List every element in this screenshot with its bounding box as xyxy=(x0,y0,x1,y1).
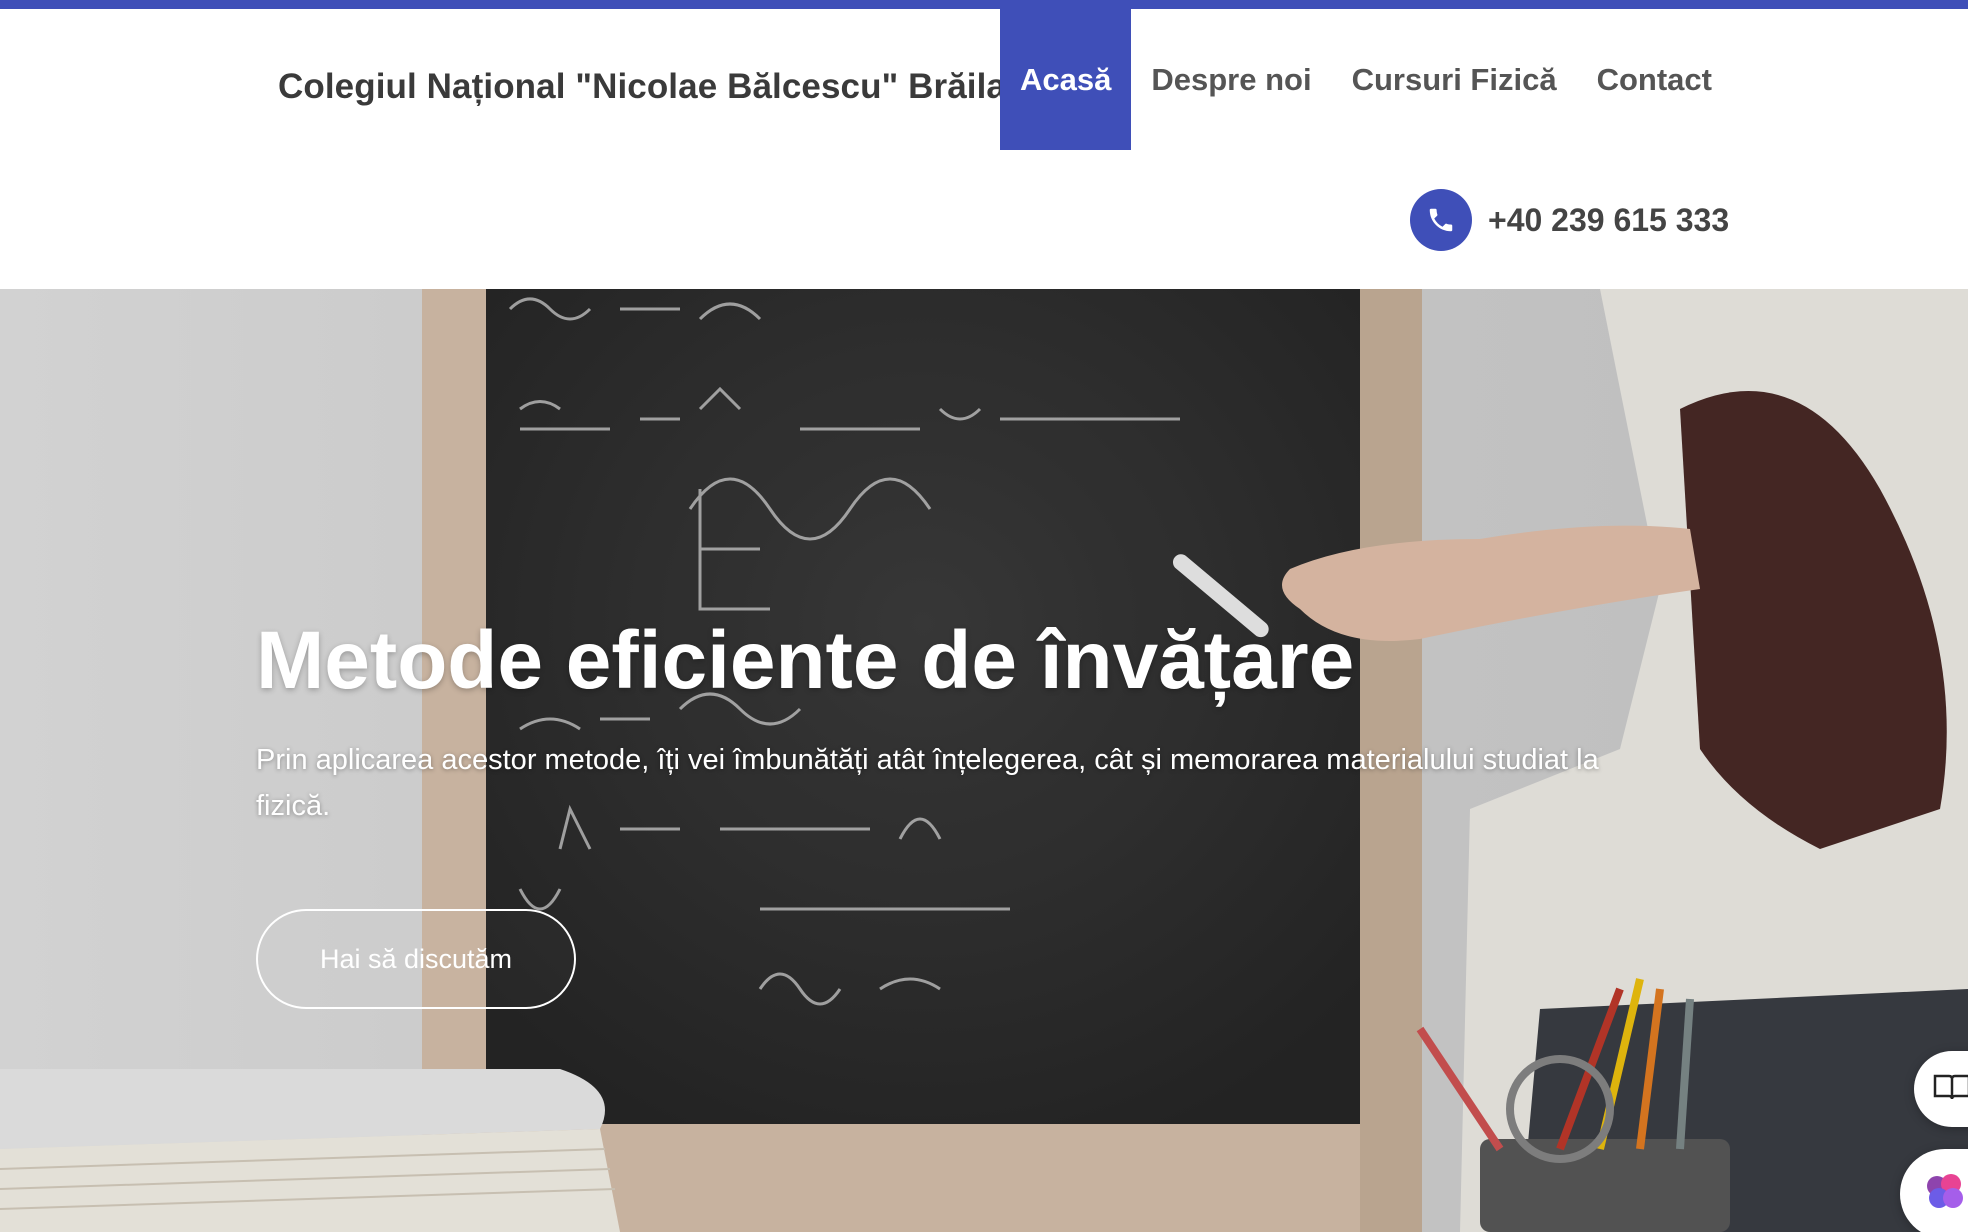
nav-item-acasa[interactable]: Acasă xyxy=(1000,9,1132,150)
open-book-icon xyxy=(1933,1072,1968,1107)
main-navigation: Acasă Despre noi Cursuri Fizică Contact xyxy=(1000,9,1732,150)
nav-item-despre-noi[interactable]: Despre noi xyxy=(1131,9,1331,150)
phone-number: +40 239 615 333 xyxy=(1488,201,1730,238)
site-header: Colegiul Național "Nicolae Bălcescu" Bră… xyxy=(0,9,1968,289)
hero-title: Metode eficiente de învățare xyxy=(256,615,1355,706)
brain-icon xyxy=(1923,1172,1967,1217)
nav-item-cursuri-fizica[interactable]: Cursuri Fizică xyxy=(1332,9,1577,150)
site-title[interactable]: Colegiul Național "Nicolae Bălcescu" Bră… xyxy=(278,67,1006,107)
nav-item-contact[interactable]: Contact xyxy=(1577,9,1732,150)
phone-icon xyxy=(1410,189,1472,251)
lets-talk-button[interactable]: Hai să discutăm xyxy=(256,909,576,1009)
phone-contact[interactable]: +40 239 615 333 xyxy=(1410,189,1729,251)
hero-section: Metode eficiente de învățare Prin aplica… xyxy=(0,289,1968,1232)
top-accent-bar xyxy=(0,0,1968,9)
hero-subtitle: Prin aplicarea acestor metode, îți vei î… xyxy=(256,744,1599,822)
